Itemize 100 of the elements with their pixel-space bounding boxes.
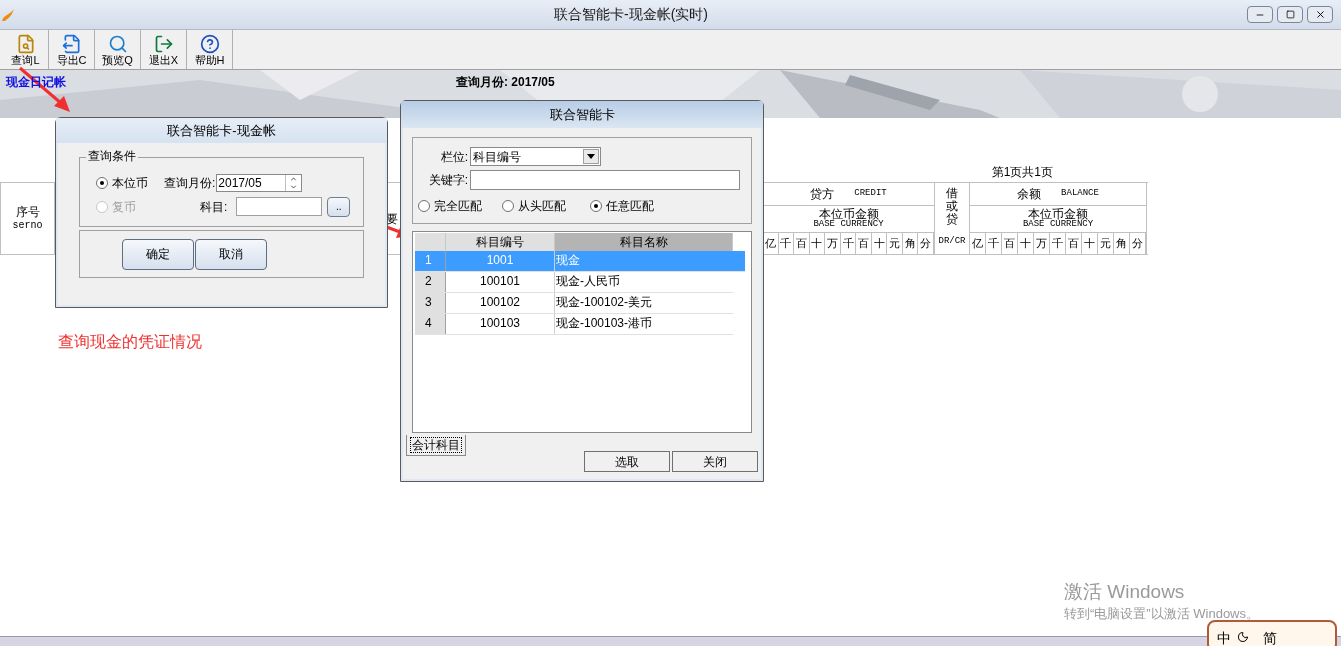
column-code: CREDIT xyxy=(854,187,887,201)
column-title: 序号 xyxy=(15,204,40,220)
digit-header: 十 xyxy=(809,233,826,254)
digit-header: 元 xyxy=(1098,233,1114,254)
digit-header: 千 xyxy=(840,233,857,254)
radio-label: 本位币 xyxy=(112,174,148,192)
field-label: 科目: xyxy=(200,198,228,216)
currency-title: 本位币金额 xyxy=(1028,208,1088,221)
magnifier-icon xyxy=(107,33,128,54)
exit-door-icon xyxy=(153,33,174,54)
tab[interactable]: 会计科目 xyxy=(406,435,466,456)
query-month: 查询月份: 2017/05 xyxy=(456,74,555,91)
digit-header: 千 xyxy=(1050,233,1066,254)
toolbar-button[interactable]: 帮助H xyxy=(187,30,233,69)
digit-header: 百 xyxy=(1066,233,1082,254)
grid-corner xyxy=(415,233,446,251)
annotation-arrow xyxy=(19,66,70,112)
digit-header: 角 xyxy=(902,233,919,254)
table-cell: 100103 xyxy=(446,314,555,334)
field-label: 查询月份: xyxy=(164,174,216,192)
radio-label: 任意匹配 xyxy=(606,198,654,215)
digit-header: 千 xyxy=(986,233,1002,254)
dialog-button[interactable]: 确定 xyxy=(122,238,194,270)
digit-header: 亿 xyxy=(970,233,986,254)
group-title: 查询条件 xyxy=(86,150,138,162)
row-number: 4 xyxy=(415,314,446,334)
table-cell: 1001 xyxy=(446,251,555,271)
field-label: 栏位: xyxy=(439,148,469,166)
currency-code: BASE CURRENCY xyxy=(813,220,884,230)
radio-button[interactable] xyxy=(502,200,514,212)
keyword-field[interactable] xyxy=(470,170,740,190)
window-title: 联合智能卡-现金帐(实时) xyxy=(553,5,709,24)
help-icon xyxy=(199,33,220,54)
radio-button[interactable] xyxy=(590,200,602,212)
radio-button[interactable] xyxy=(418,200,430,212)
digit-header: 百 xyxy=(856,233,872,254)
maximize-icon xyxy=(1285,10,1295,19)
currency-code: BASE CURRENCY xyxy=(1022,220,1094,230)
row-number: 3 xyxy=(415,293,446,313)
close-button[interactable] xyxy=(1307,6,1333,23)
column-dropdown[interactable]: 科目编号 xyxy=(470,147,601,166)
month-spin-field[interactable]: 2017/05 xyxy=(216,173,303,192)
digit-header: 角 xyxy=(1114,233,1130,254)
dialog-button[interactable]: 选取 xyxy=(584,451,670,472)
digit-header: 分 xyxy=(918,233,934,254)
grid-row[interactable]: 4 100103 现金-100103-港币 xyxy=(415,314,733,335)
toolbar-button[interactable]: 预览Q xyxy=(95,30,141,69)
column-title: 贷方 xyxy=(810,185,835,203)
table-cell: 100101 xyxy=(446,272,555,292)
row-number: 2 xyxy=(415,272,446,292)
digit-header: 十 xyxy=(1082,233,1098,254)
dialog-title: 联合智能卡-现金帐 xyxy=(167,121,276,140)
column-code: DR/CR xyxy=(938,234,966,248)
digit-header: 十 xyxy=(871,233,888,254)
currency-title: 本位币金额 xyxy=(818,208,879,221)
digit-header: 万 xyxy=(825,233,841,254)
column-code: serno xyxy=(12,219,43,233)
column-header[interactable]: 科目编号 xyxy=(446,233,555,251)
page-indicator: 第1页共1页 xyxy=(991,164,1053,181)
grid-row[interactable]: 2 100101 现金-人民币 xyxy=(415,272,733,293)
toolbar-button[interactable]: 查询L xyxy=(3,30,49,69)
toolbar-button[interactable]: 退出X xyxy=(141,30,187,69)
maximize-button[interactable] xyxy=(1277,6,1303,23)
field-label: 关键字: xyxy=(427,172,469,189)
column-title: 余额 xyxy=(1017,185,1042,203)
digit-header: 千 xyxy=(778,233,795,254)
column-code: BALANCE xyxy=(1061,187,1099,201)
table-cell-text: 现金-100103-港币 xyxy=(555,315,654,332)
activation-title: 激活 Windows xyxy=(1064,580,1186,604)
ime-script: 简 xyxy=(1263,629,1277,646)
toolbar-button[interactable]: 导出C xyxy=(49,30,95,69)
digit-header: 万 xyxy=(1034,233,1050,254)
account-field[interactable] xyxy=(236,197,323,216)
dialog-button[interactable]: 取消 xyxy=(195,238,267,270)
table-cell-text: 现金-人民币 xyxy=(555,273,621,290)
table-cell-text: 现金-100102-美元 xyxy=(555,294,654,311)
close-icon xyxy=(1314,9,1326,20)
minimize-button[interactable] xyxy=(1247,6,1273,23)
activation-hint: 转到“电脑设置”以激活 Windows。 xyxy=(1064,605,1259,623)
ime-mode: 中 xyxy=(1217,629,1231,646)
browse-button[interactable]: .. xyxy=(327,196,351,217)
ime-toolbar[interactable]: 中 简 xyxy=(1207,620,1337,646)
table-cell-text: 现金 xyxy=(555,252,581,269)
radio-button[interactable] xyxy=(96,176,108,189)
column-title: 要 xyxy=(386,210,398,228)
table-cell: 100102 xyxy=(446,293,555,313)
dialog-button[interactable]: 关闭 xyxy=(672,451,758,472)
moon-icon xyxy=(1237,631,1249,643)
digit-header: 百 xyxy=(794,233,810,254)
digit-header: 元 xyxy=(887,233,903,254)
column-header[interactable]: 科目名称 xyxy=(555,233,733,251)
file-export-icon xyxy=(61,33,82,54)
digit-header: 百 xyxy=(1002,233,1018,254)
radio-label: 完全匹配 xyxy=(434,198,482,215)
digit-header: 分 xyxy=(1130,233,1146,254)
column-title: 借或贷 xyxy=(946,187,958,227)
dialog-title: 联合智能卡 xyxy=(549,105,615,124)
grid-row[interactable]: 3 100102 现金-100102-美元 xyxy=(415,293,733,314)
annotation-text: 查询现金的凭证情况 xyxy=(58,332,202,352)
radio-label: 从头匹配 xyxy=(518,198,566,215)
